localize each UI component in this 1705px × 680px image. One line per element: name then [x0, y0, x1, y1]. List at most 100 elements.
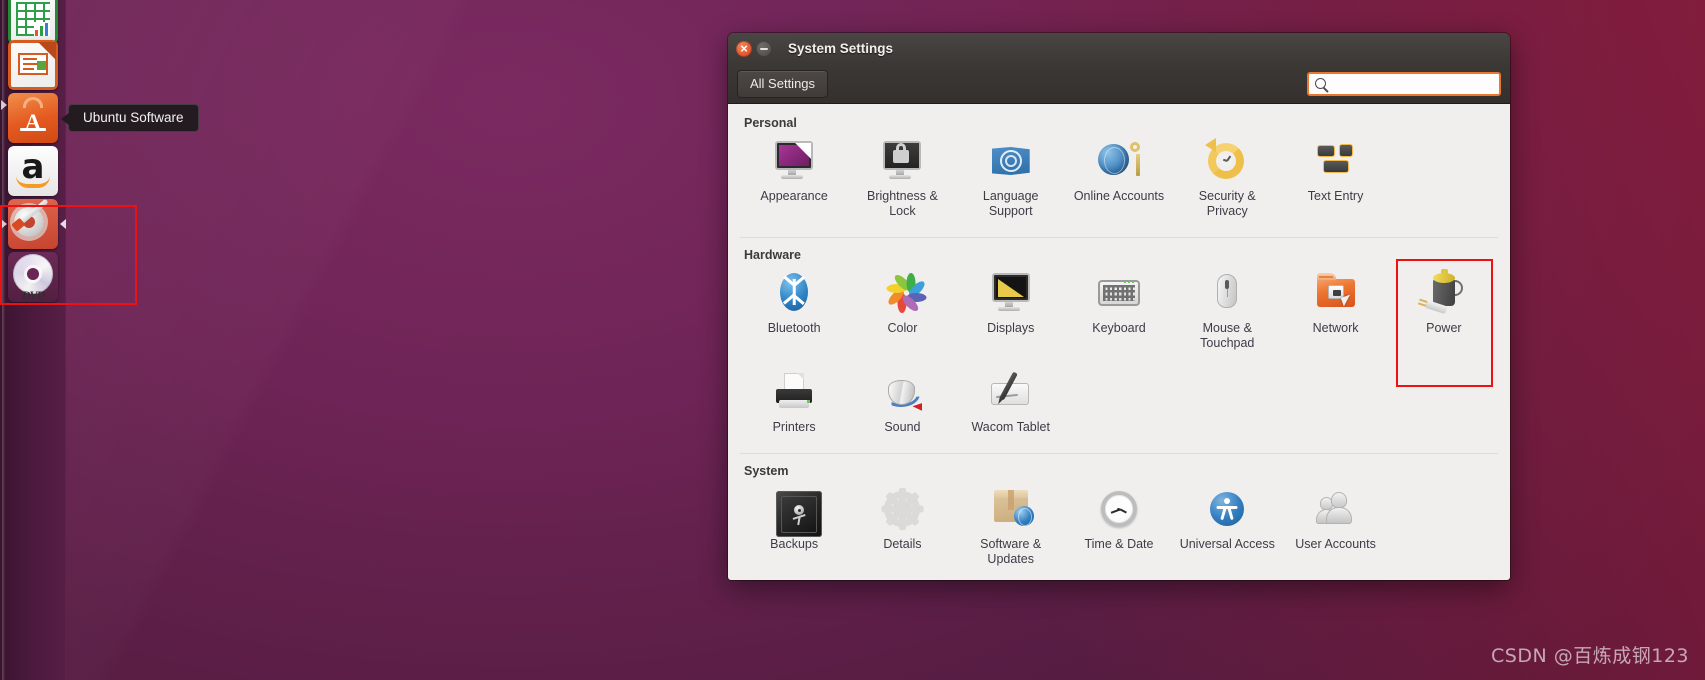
launcher-item-libreoffice-calc[interactable]	[8, 0, 58, 44]
tile-label: Brightness & Lock	[866, 189, 938, 218]
tile-label: Details	[883, 537, 922, 551]
presentation-icon	[8, 40, 58, 90]
keyboard-icon	[1096, 270, 1142, 316]
tile-label: Mouse & Touchpad	[1200, 321, 1255, 350]
settings-tile-bluetooth[interactable]: Bluetooth	[740, 266, 848, 357]
search-input[interactable]	[1332, 76, 1493, 91]
color-icon	[879, 270, 928, 316]
minimize-icon[interactable]	[756, 40, 772, 57]
launcher-item-amazon[interactable]: a	[8, 146, 58, 196]
sound-icon	[879, 369, 925, 415]
settings-tile-printers[interactable]: Printers	[740, 365, 848, 441]
settings-tile-color[interactable]: Color	[848, 266, 956, 357]
launcher-running-indicator-settings	[1, 219, 7, 229]
network-icon	[1313, 270, 1359, 316]
universal-access-icon	[1204, 486, 1250, 532]
search-icon	[1315, 78, 1326, 89]
settings-tile-software-updates[interactable]: Software & Updates	[957, 482, 1065, 573]
settings-tile-time-date[interactable]: Time & Date	[1065, 482, 1173, 573]
settings-tile-displays[interactable]: Displays	[957, 266, 1065, 357]
unity-launcher[interactable]: A a DVD	[0, 0, 66, 680]
window-titlebar[interactable]: System Settings	[728, 33, 1510, 64]
settings-tile-language-support[interactable]: Language Support	[957, 134, 1065, 225]
window-title: System Settings	[788, 41, 894, 56]
settings-tile-user-accounts[interactable]: User Accounts	[1281, 482, 1389, 573]
section-title-personal: Personal	[744, 116, 797, 130]
launcher-item-dvd-drive[interactable]: DVD	[8, 252, 58, 302]
settings-tile-security-privacy[interactable]: Security & Privacy	[1173, 134, 1281, 225]
settings-tile-power[interactable]: Power	[1390, 266, 1498, 357]
language-support-icon	[988, 138, 1034, 184]
tile-label: Keyboard	[1092, 321, 1146, 335]
shopping-bag-icon: A	[8, 93, 58, 143]
tile-label: Backups	[770, 537, 819, 551]
tile-label: Online Accounts	[1073, 189, 1165, 203]
tile-label: Appearance	[760, 189, 828, 203]
section-title-system: System	[744, 464, 789, 478]
displays-icon	[988, 270, 1034, 316]
settings-tile-wacom-tablet[interactable]: Wacom Tablet	[957, 365, 1065, 441]
security-privacy-icon	[1204, 138, 1250, 184]
mouse-icon	[1204, 270, 1250, 316]
search-box[interactable]	[1307, 71, 1501, 96]
section-grid-hardware: Bluetooth Color Displays Keyboard Mouse …	[740, 266, 1498, 441]
launcher-item-system-settings[interactable]	[8, 199, 58, 249]
section-divider-2	[740, 453, 1498, 454]
backups-icon	[776, 491, 823, 537]
text-entry-icon	[1313, 138, 1359, 184]
tile-label: Printers	[772, 420, 816, 434]
wacom-tablet-icon	[988, 369, 1034, 415]
settings-tile-online-accounts[interactable]: Online Accounts	[1065, 134, 1173, 225]
section-grid-system: Backups Details Software & Updates Time …	[740, 482, 1498, 573]
tile-label: Language Support	[982, 189, 1039, 218]
tile-label: Power	[1426, 321, 1462, 335]
all-settings-button[interactable]: All Settings	[737, 69, 829, 98]
window-toolbar[interactable]: All Settings	[728, 64, 1510, 104]
tile-label: Bluetooth	[767, 321, 821, 335]
tile-label: Text Entry	[1307, 189, 1364, 203]
printer-icon	[771, 369, 817, 415]
launcher-item-ubuntu-software[interactable]: A	[8, 93, 58, 143]
section-divider-1	[740, 237, 1498, 238]
user-accounts-icon	[1313, 486, 1359, 532]
tile-label: Wacom Tablet	[971, 420, 1050, 434]
settings-tile-keyboard[interactable]: Keyboard	[1065, 266, 1173, 357]
launcher-item-libreoffice-impress[interactable]	[8, 40, 58, 90]
settings-tile-text-entry[interactable]: Text Entry	[1281, 134, 1389, 225]
disc-icon: DVD	[8, 252, 58, 302]
settings-tile-universal-access[interactable]: Universal Access	[1173, 482, 1281, 573]
settings-tile-appearance[interactable]: Appearance	[740, 134, 848, 225]
bluetooth-icon	[771, 270, 817, 316]
watermark: CSDN @百炼成钢123	[1491, 645, 1689, 667]
tile-label: Sound	[884, 420, 921, 434]
settings-tile-details[interactable]: Details	[848, 482, 956, 573]
details-gear-icon	[879, 486, 925, 532]
power-icon	[1421, 269, 1467, 316]
software-updates-icon	[988, 486, 1034, 532]
tile-label: Color	[887, 321, 918, 335]
tile-label: Time & Date	[1084, 537, 1154, 551]
tile-label: Universal Access	[1179, 537, 1275, 551]
tile-label: Displays	[987, 321, 1035, 335]
spreadsheet-icon	[8, 0, 58, 44]
amazon-icon: a	[8, 146, 58, 196]
launcher-tooltip: Ubuntu Software	[61, 104, 199, 132]
settings-tile-mouse-touchpad[interactable]: Mouse & Touchpad	[1173, 266, 1281, 357]
settings-tile-network[interactable]: Network	[1281, 266, 1389, 357]
settings-tile-sound[interactable]: Sound	[848, 365, 956, 441]
brightness-lock-icon	[879, 138, 925, 184]
section-grid-personal: Appearance Brightness & Lock Language Su…	[740, 134, 1498, 225]
settings-tile-brightness-lock[interactable]: Brightness & Lock	[848, 134, 956, 225]
close-icon[interactable]	[736, 40, 752, 57]
settings-content: Personal Appearance Brightness & Lock La…	[728, 104, 1510, 580]
settings-tile-backups[interactable]: Backups	[740, 482, 848, 573]
gear-wrench-icon	[8, 199, 58, 249]
tile-label: Software & Updates	[980, 537, 1042, 566]
appearance-icon	[771, 138, 817, 184]
tile-label: Security & Privacy	[1198, 189, 1256, 218]
section-title-hardware: Hardware	[744, 248, 801, 262]
tile-label: Network	[1312, 321, 1359, 335]
tile-label: User Accounts	[1295, 537, 1376, 551]
system-settings-window[interactable]: System Settings All Settings Personal Ap…	[728, 33, 1510, 580]
launcher-focused-indicator-settings	[60, 219, 66, 229]
